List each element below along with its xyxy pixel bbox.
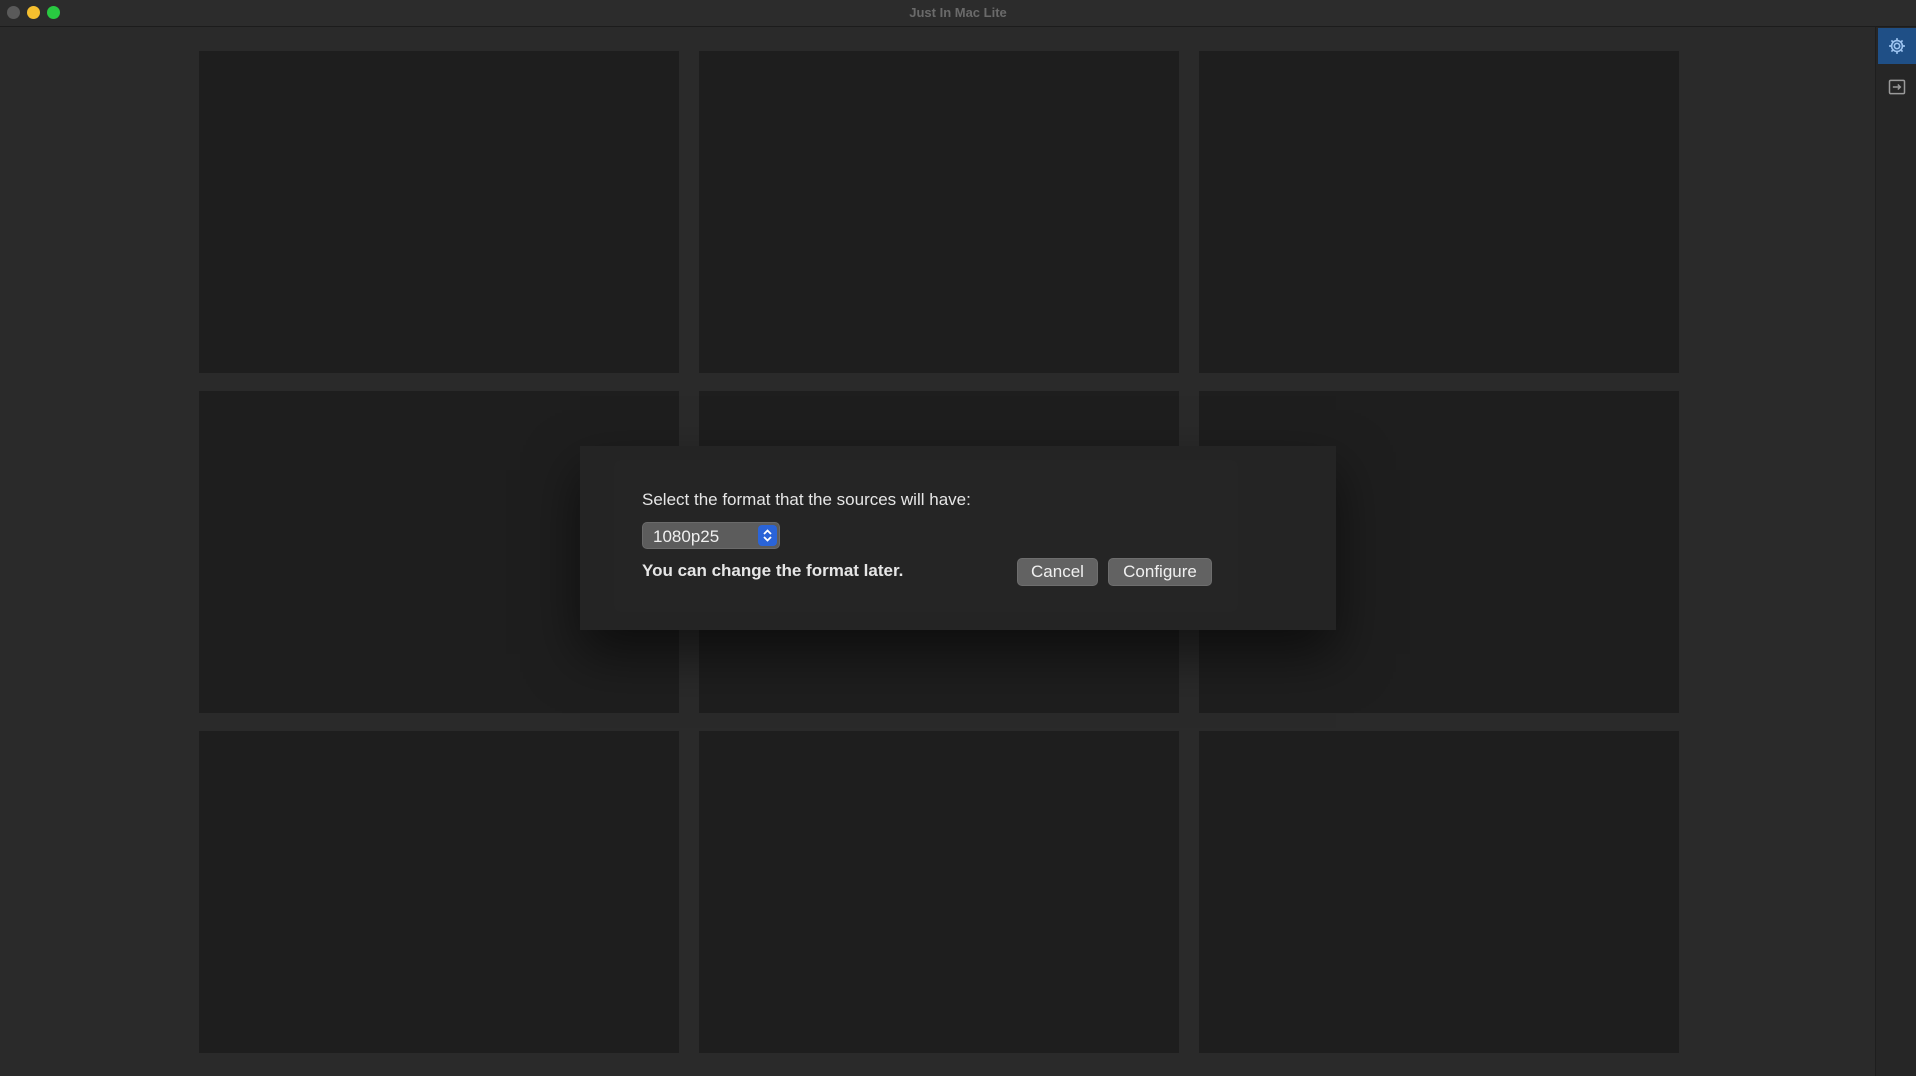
format-select[interactable]: 1080p25 (642, 522, 780, 549)
select-stepper[interactable] (758, 525, 777, 546)
format-prompt: Select the format that the sources will … (642, 490, 971, 509)
chevron-up-down-icon (763, 529, 772, 542)
settings-button[interactable] (1878, 28, 1916, 64)
source-tile-9[interactable] (1199, 731, 1679, 1053)
configure-button[interactable]: Configure (1108, 558, 1212, 586)
window-title: Just In Mac Lite (909, 5, 1007, 20)
cancel-button[interactable]: Cancel (1017, 558, 1098, 586)
format-dialog: Select the format that the sources will … (614, 460, 1238, 612)
source-tile-3[interactable] (1199, 51, 1679, 373)
exit-icon (1888, 79, 1906, 95)
exit-button[interactable] (1878, 69, 1916, 105)
format-note: You can change the format later. (642, 561, 904, 580)
gear-icon (1889, 38, 1905, 54)
source-tile-8[interactable] (699, 731, 1179, 1053)
source-tile-2[interactable] (699, 51, 1179, 373)
title-bar: Just In Mac Lite (0, 0, 1916, 27)
format-select-value: 1080p25 (653, 527, 720, 546)
source-tile-7[interactable] (199, 731, 679, 1053)
right-sidebar (1875, 27, 1916, 1076)
source-tile-1[interactable] (199, 51, 679, 373)
app-window: Just In Mac Lite Select the format that … (0, 0, 1916, 1076)
